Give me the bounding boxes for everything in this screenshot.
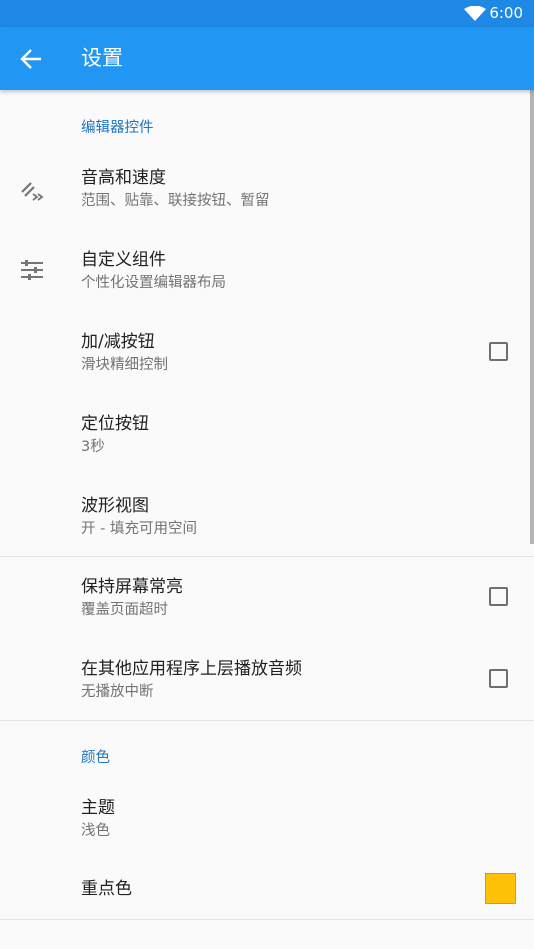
status-bar: 6:00 xyxy=(0,0,534,27)
accent-color-swatch[interactable] xyxy=(485,873,516,904)
setting-summary: 滑块精细控制 xyxy=(81,357,168,373)
play-over-apps-checkbox[interactable] xyxy=(489,669,508,688)
settings-list[interactable]: 编辑器控件 音高和速度 范围、贴靠、联接按钮、暂留 自定义组件 个性化设置编辑器… xyxy=(0,90,534,949)
setting-summary: 范围、贴靠、联接按钮、暂留 xyxy=(81,193,270,209)
setting-accent-color[interactable]: 重点色 xyxy=(0,859,534,919)
app-bar: 设置 xyxy=(0,27,534,90)
setting-summary: 浅色 xyxy=(81,823,110,839)
setting-title: 音高和速度 xyxy=(81,168,166,188)
setting-summary: 覆盖页面超时 xyxy=(81,602,168,618)
setting-title: 加/减按钮 xyxy=(81,332,155,352)
setting-title: 在其他应用程序上层播放音频 xyxy=(81,659,302,679)
wifi-icon xyxy=(464,6,486,21)
setting-summary: 开 - 填充可用空间 xyxy=(81,521,197,537)
setting-title: 主题 xyxy=(81,798,115,818)
setting-theme[interactable]: 主题 浅色 xyxy=(0,777,534,859)
setting-title: 定位按钮 xyxy=(81,414,149,434)
pitch-speed-icon xyxy=(21,182,44,201)
divider xyxy=(0,720,534,721)
setting-summary: 个性化设置编辑器布局 xyxy=(81,275,226,291)
status-time: 6:00 xyxy=(489,4,523,22)
page-title: 设置 xyxy=(81,46,123,70)
divider xyxy=(0,919,534,920)
tune-sliders-icon xyxy=(21,260,43,280)
setting-title: 保持屏幕常亮 xyxy=(81,577,183,597)
setting-title: 重点色 xyxy=(81,879,132,899)
setting-keep-screen-on[interactable]: 保持屏幕常亮 覆盖页面超时 xyxy=(0,557,534,639)
setting-summary: 3秒 xyxy=(81,439,105,455)
keep-screen-on-checkbox[interactable] xyxy=(489,587,508,606)
setting-play-over-apps[interactable]: 在其他应用程序上层播放音频 无播放中断 xyxy=(0,639,534,721)
setting-pitch-speed[interactable]: 音高和速度 范围、贴靠、联接按钮、暂留 xyxy=(0,147,534,229)
setting-waveform-view[interactable]: 波形视图 开 - 填充可用空间 xyxy=(0,475,534,557)
setting-title: 波形视图 xyxy=(81,496,149,516)
setting-summary: 无播放中断 xyxy=(81,684,154,700)
setting-custom-components[interactable]: 自定义组件 个性化设置编辑器布局 xyxy=(0,229,534,311)
setting-plus-minus-buttons[interactable]: 加/减按钮 滑块精细控制 xyxy=(0,311,534,393)
setting-title: 自定义组件 xyxy=(81,250,166,270)
plus-minus-checkbox[interactable] xyxy=(489,342,508,361)
arrow-back-icon[interactable] xyxy=(17,46,45,72)
section-header-editor: 编辑器控件 xyxy=(81,120,154,136)
setting-locate-button[interactable]: 定位按钮 3秒 xyxy=(0,393,534,475)
section-header-colors: 颜色 xyxy=(81,750,110,766)
